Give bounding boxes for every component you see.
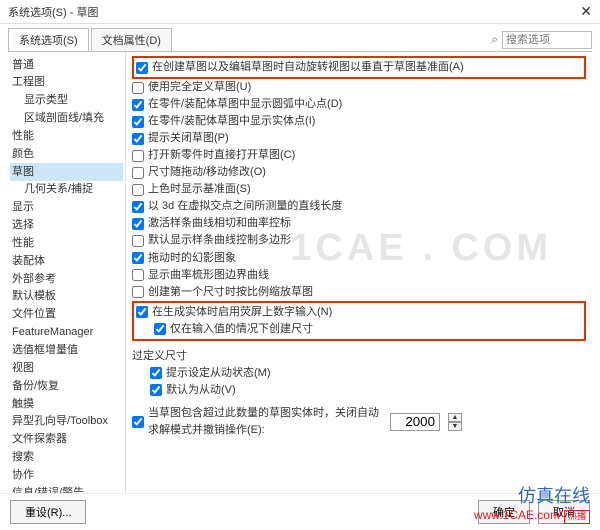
chk[interactable] — [132, 167, 144, 179]
options-tree: 普通工程图显示类型区域剖面线/填充性能颜色草图几何关系/捕捉显示选择性能装配体外… — [8, 52, 126, 493]
opt-open-sketch[interactable]: 打开新零件时直接打开草图(C) — [132, 147, 586, 164]
chk[interactable] — [132, 252, 144, 264]
spin-down-icon[interactable]: ▼ — [448, 422, 462, 431]
opt-fully-defined[interactable]: 使用完全定义草图(U) — [132, 79, 586, 96]
section-overdefined: 过定义尺寸 — [132, 347, 586, 363]
tree-item[interactable]: 普通 — [10, 56, 123, 74]
tree-item[interactable]: 外部参考 — [10, 270, 123, 288]
opt-label: 在生成实体时启用荧屏上数字输入(N) — [152, 304, 332, 321]
chk[interactable] — [132, 150, 144, 162]
opt-arc-center[interactable]: 在零件/装配体草图中显示圆弧中心点(D) — [132, 96, 586, 113]
tree-item[interactable]: FeatureManager — [10, 324, 123, 342]
opt-label: 激活样条曲线相切和曲率控标 — [148, 215, 291, 232]
opt-label: 在创建草图以及编辑草图时自动旋转视图以垂直于草图基准面(A) — [152, 59, 464, 76]
chk[interactable] — [132, 416, 144, 428]
tree-item[interactable]: 文件位置 — [10, 306, 123, 324]
opt-label: 当草图包含超过此数量的草图实体时，关闭自动求解模式并撤销操作(E): — [148, 405, 382, 439]
tree-item[interactable]: 选值框增量值 — [10, 342, 123, 360]
chk[interactable] — [132, 269, 144, 281]
chk[interactable] — [132, 286, 144, 298]
tree-item[interactable]: 信息/错误/警告 — [10, 484, 123, 493]
tree-item[interactable]: 文件探索器 — [10, 431, 123, 449]
tree-item[interactable]: 显示类型 — [10, 92, 123, 110]
tree-item[interactable]: 协作 — [10, 466, 123, 484]
chk[interactable] — [132, 133, 144, 145]
opt-label: 默认为从动(V) — [166, 382, 236, 399]
chk[interactable] — [132, 235, 144, 247]
tree-item[interactable]: 显示 — [10, 199, 123, 217]
chk-auto-rotate[interactable] — [136, 62, 148, 74]
tree-item[interactable]: 草图 — [10, 163, 123, 181]
opt-label: 创建第一个尺寸时按比例缩放草图 — [148, 284, 313, 301]
opt-spline-handles[interactable]: 激活样条曲线相切和曲率控标 — [132, 215, 586, 232]
tree-item[interactable]: 几何关系/捕捉 — [10, 181, 123, 199]
tree-item[interactable]: 装配体 — [10, 252, 123, 270]
chk[interactable] — [150, 367, 162, 379]
opt-show-plane[interactable]: 上色时显示基准面(S) — [132, 181, 586, 198]
opt-label: 使用完全定义草图(U) — [148, 79, 251, 96]
tree-item[interactable]: 视图 — [10, 359, 123, 377]
opt-entity-point[interactable]: 在零件/装配体草图中显示实体点(I) — [132, 113, 586, 130]
chk[interactable] — [132, 218, 144, 230]
opt-spline-polygon[interactable]: 默认显示样条曲线控制多边形 — [132, 232, 586, 249]
search-icon: ⌕ — [491, 32, 498, 47]
window-title: 系统选项(S) - 草图 — [8, 4, 98, 20]
opt-ghost-drag[interactable]: 拖动时的幻影图象 — [132, 250, 586, 267]
opt-label: 尺寸随拖动/移动修改(O) — [148, 164, 266, 181]
chk[interactable] — [154, 323, 166, 335]
tree-item[interactable]: 性能 — [10, 234, 123, 252]
tree-item[interactable]: 异型孔向导/Toolbox — [10, 413, 123, 431]
chk[interactable] — [136, 306, 148, 318]
tree-item[interactable]: 选择 — [10, 217, 123, 235]
opt-curvature-comb[interactable]: 显示曲率梳形图边界曲线 — [132, 267, 586, 284]
opt-create-dim-on-input[interactable]: 仅在输入值的情况下创建尺寸 — [154, 321, 582, 338]
opt-3d-length[interactable]: 以 3d 在虚拟交点之间所测量的直线长度 — [132, 198, 586, 215]
opt-auto-rotate[interactable]: 在创建草图以及编辑草图时自动旋转视图以垂直于草图基准面(A) — [136, 59, 582, 76]
tree-item[interactable]: 默认模板 — [10, 288, 123, 306]
ok-button[interactable]: 确定 — [478, 500, 530, 524]
opt-label: 以 3d 在虚拟交点之间所测量的直线长度 — [148, 198, 342, 215]
opt-label: 提示设定从动状态(M) — [166, 365, 271, 382]
search-input[interactable] — [502, 31, 592, 49]
opt-label: 在零件/装配体草图中显示圆弧中心点(D) — [148, 96, 342, 113]
reset-button[interactable]: 重设(R)... — [10, 500, 86, 524]
opt-label: 提示关闭草图(P) — [148, 130, 229, 147]
opt-auto-solve-off[interactable]: 当草图包含超过此数量的草图实体时，关闭自动求解模式并撤销操作(E): — [132, 405, 382, 439]
opt-label: 打开新零件时直接打开草图(C) — [148, 147, 295, 164]
tree-item[interactable]: 颜色 — [10, 145, 123, 163]
opt-dim-drag[interactable]: 尺寸随拖动/移动修改(O) — [132, 164, 586, 181]
opt-label: 上色时显示基准面(S) — [148, 181, 251, 198]
chk[interactable] — [132, 99, 144, 111]
tree-item[interactable]: 工程图 — [10, 74, 123, 92]
spin-up-icon[interactable]: ▲ — [448, 413, 462, 422]
opt-label: 拖动时的幻影图象 — [148, 250, 236, 267]
opt-label: 仅在输入值的情况下创建尺寸 — [170, 321, 313, 338]
chk[interactable] — [132, 184, 144, 196]
opt-numeric-input[interactable]: 在生成实体时启用荧屏上数字输入(N) — [136, 304, 582, 321]
tab-system-options[interactable]: 系统选项(S) — [8, 28, 89, 51]
cancel-button[interactable]: 取消 — [538, 500, 590, 524]
opt-label: 在零件/装配体草图中显示实体点(I) — [148, 113, 315, 130]
opt-label: 默认显示样条曲线控制多边形 — [148, 232, 291, 249]
options-panel: 1CAE . COM 在创建草图以及编辑草图时自动旋转视图以垂直于草图基准面(A… — [126, 52, 592, 493]
chk[interactable] — [132, 116, 144, 128]
tree-item[interactable]: 搜索 — [10, 449, 123, 467]
opt-close-prompt[interactable]: 提示关闭草图(P) — [132, 130, 586, 147]
chk[interactable] — [132, 201, 144, 213]
tab-document-properties[interactable]: 文档属性(D) — [91, 28, 172, 51]
chk[interactable] — [150, 384, 162, 396]
opt-prompt-driven[interactable]: 提示设定从动状态(M) — [150, 365, 586, 382]
chk[interactable] — [132, 82, 144, 94]
tree-item[interactable]: 触摸 — [10, 395, 123, 413]
close-icon[interactable]: ✕ — [580, 3, 592, 20]
tree-item[interactable]: 性能 — [10, 127, 123, 145]
opt-default-driven[interactable]: 默认为从动(V) — [150, 382, 586, 399]
entity-count-input[interactable] — [390, 413, 440, 431]
tree-item[interactable]: 区域剖面线/填充 — [10, 110, 123, 128]
opt-label: 显示曲率梳形图边界曲线 — [148, 267, 269, 284]
opt-scale-first-dim[interactable]: 创建第一个尺寸时按比例缩放草图 — [132, 284, 586, 301]
tree-item[interactable]: 备份/恢复 — [10, 377, 123, 395]
